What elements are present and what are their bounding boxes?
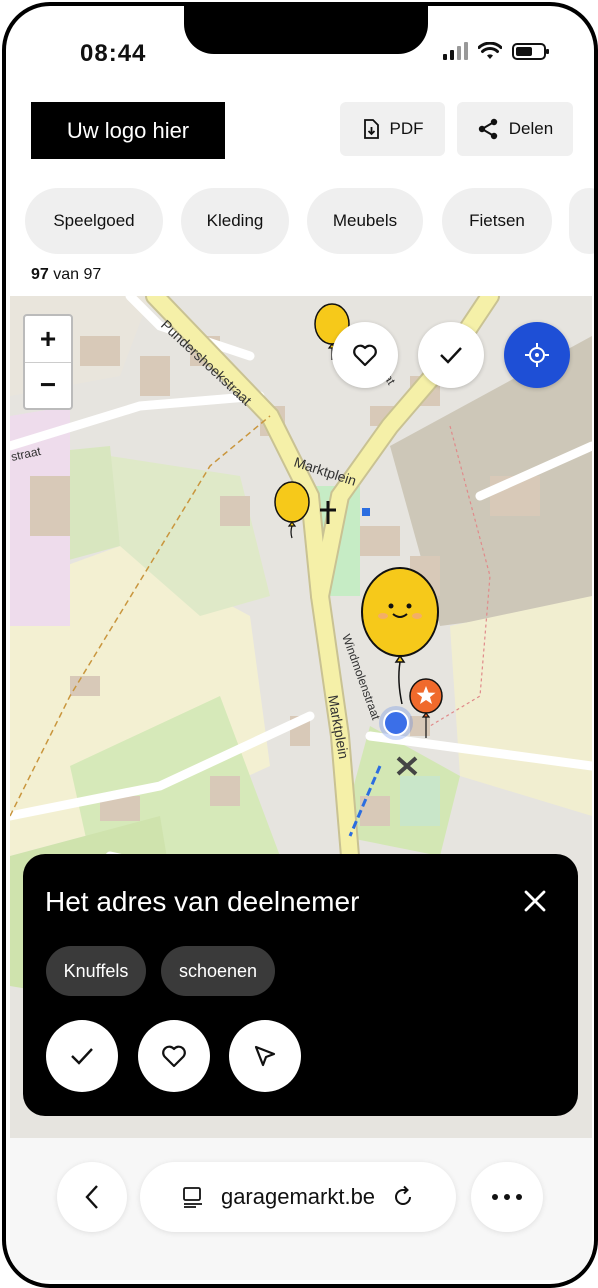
map-favorite-button[interactable] xyxy=(332,322,398,388)
current-location-dot xyxy=(383,710,409,736)
pdf-label: PDF xyxy=(389,119,424,138)
location-detail-card: Het adres van deelnemer Knuffels schoene… xyxy=(23,854,578,1116)
chevron-left-icon xyxy=(85,1185,98,1209)
zoom-out-button[interactable]: − xyxy=(25,363,71,409)
results-count: 97 van 97 xyxy=(31,266,101,284)
more-options-button[interactable] xyxy=(471,1162,543,1232)
card-navigate-button[interactable] xyxy=(229,1020,301,1092)
reader-icon xyxy=(183,1187,202,1208)
category-chip-speelgoed[interactable]: Speelgoed xyxy=(25,188,163,254)
navigate-arrow-icon xyxy=(254,1045,276,1067)
heart-icon xyxy=(162,1045,186,1068)
address-bar[interactable]: garagemarkt.be xyxy=(140,1162,456,1232)
status-icons xyxy=(443,42,549,60)
heart-icon xyxy=(353,344,377,367)
screen: 08:44 Uw logo hier PDF Delen Speelgoed K… xyxy=(2,2,598,1288)
zoom-in-button[interactable]: + xyxy=(25,316,71,363)
category-chip-kleding[interactable]: Kleding xyxy=(181,188,289,254)
zoom-control: + − xyxy=(23,314,73,410)
balloon-marker-left[interactable] xyxy=(272,480,312,540)
check-icon xyxy=(71,1048,93,1065)
card-check-button[interactable] xyxy=(46,1020,118,1092)
phone-frame: 08:44 Uw logo hier PDF Delen Speelgoed K… xyxy=(0,0,598,1288)
category-chip-meubels[interactable]: Meubels xyxy=(307,188,423,254)
share-label: Delen xyxy=(508,119,554,138)
tag-schoenen[interactable]: schoenen xyxy=(161,946,275,996)
card-favorite-button[interactable] xyxy=(138,1020,210,1092)
wifi-icon xyxy=(478,42,502,59)
results-shown: 97 xyxy=(31,266,49,283)
logo-placeholder: Uw logo hier xyxy=(31,102,225,159)
pdf-button[interactable]: PDF xyxy=(340,102,445,156)
check-icon xyxy=(440,347,462,364)
share-button[interactable]: Delen xyxy=(457,102,573,156)
locate-me-button[interactable] xyxy=(504,322,570,388)
browser-bottom-bar: garagemarkt.be xyxy=(10,1138,592,1280)
share-icon xyxy=(478,118,497,140)
back-button[interactable] xyxy=(57,1162,127,1232)
results-total: 97 xyxy=(83,266,102,283)
tag-knuffels[interactable]: Knuffels xyxy=(46,946,146,996)
results-separator: van xyxy=(48,266,84,283)
more-dots-icon xyxy=(492,1194,522,1200)
category-chip-fietsen[interactable]: Fietsen xyxy=(442,188,552,254)
close-icon[interactable] xyxy=(520,886,550,916)
map-check-button[interactable] xyxy=(418,322,484,388)
signal-icon xyxy=(443,42,468,60)
download-file-icon xyxy=(363,119,379,139)
battery-icon xyxy=(512,42,549,60)
notch xyxy=(184,6,428,54)
status-time: 08:44 xyxy=(80,40,147,67)
balloon-marker-star[interactable] xyxy=(408,678,444,740)
reload-icon[interactable] xyxy=(391,1185,415,1209)
crosshair-icon xyxy=(525,343,549,367)
category-chip-more[interactable] xyxy=(569,188,594,254)
card-title: Het adres van deelnemer xyxy=(45,886,360,917)
url-text: garagemarkt.be xyxy=(220,1184,376,1209)
